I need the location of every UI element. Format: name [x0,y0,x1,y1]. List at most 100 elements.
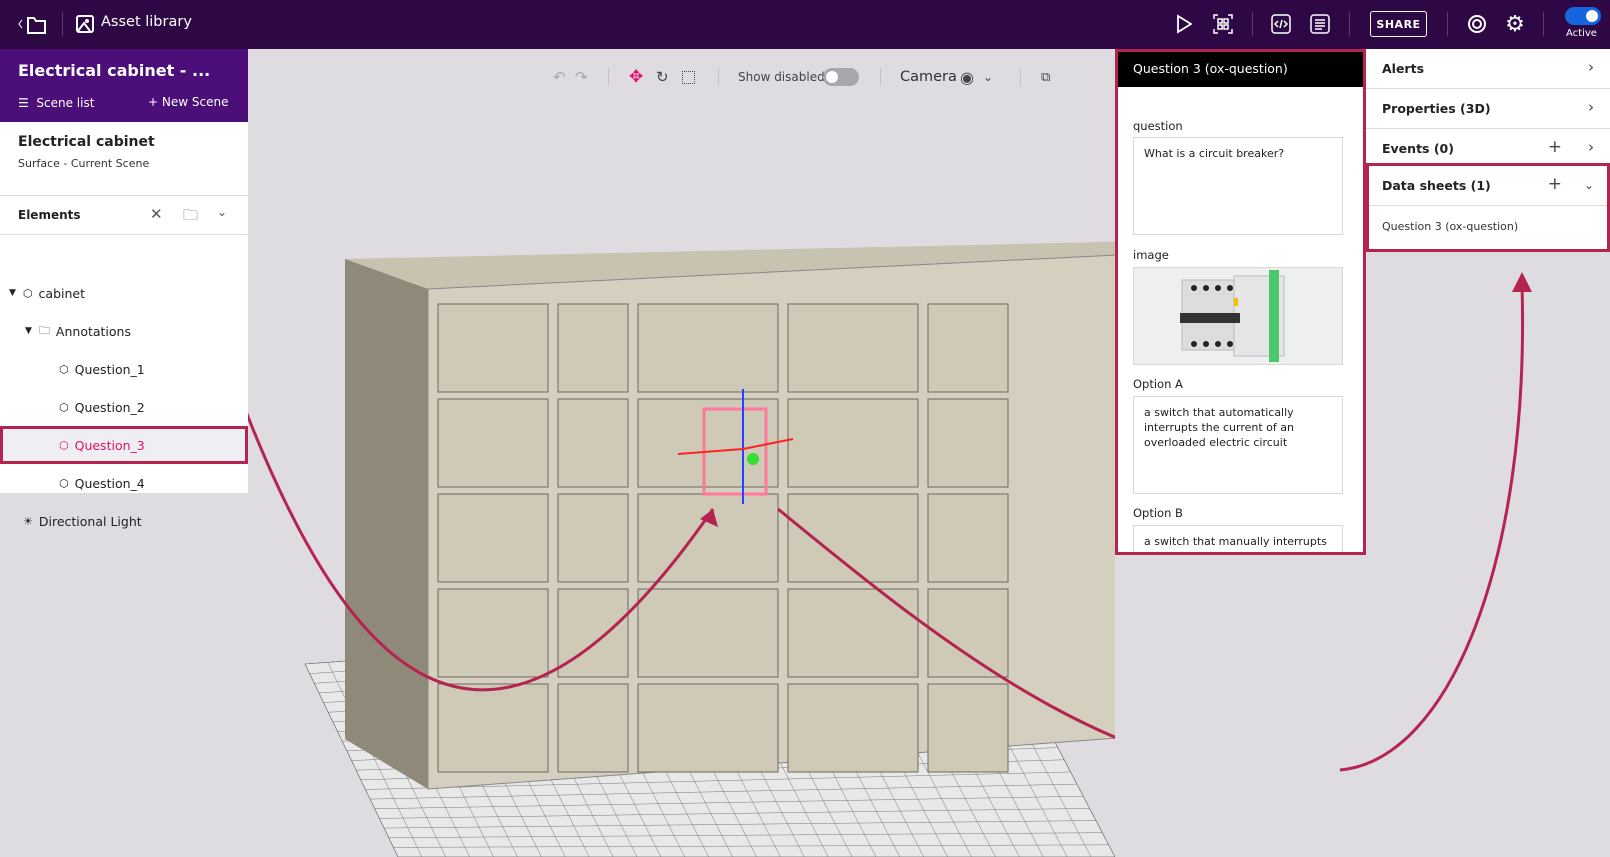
cabinet-door [637,493,779,583]
cabinet-door [637,398,779,488]
option-b-label: Option B [1133,506,1183,520]
image-field[interactable] [1133,267,1343,365]
share-button[interactable]: SHARE [1370,11,1427,37]
active-toggle[interactable] [1565,7,1601,25]
image-label: image [1133,248,1169,262]
move-tool-icon[interactable]: ✥ [629,62,643,92]
folder-icon: 🗀 [38,323,50,337]
camera-switch-icon[interactable]: ⧉ [1041,62,1050,92]
elements-title: Elements [18,208,81,222]
cabinet-door [787,398,919,488]
undo-icon[interactable]: ↶ [553,62,566,92]
chevron-down-icon[interactable]: ⌄ [217,205,227,219]
chevron-right-icon[interactable]: › [1588,98,1594,116]
chevron-down-icon[interactable]: ⌄ [1584,178,1594,192]
tree-item-question-1[interactable]: ⬡ Question_1 [0,350,248,388]
option-b-field[interactable]: a switch that manually interrupts the cu… [1133,525,1343,552]
cabinet-door [927,398,1009,488]
cabinet-door [637,588,779,678]
image-icon [74,13,96,35]
expand-arrow-icon[interactable]: ▼ [25,326,32,336]
project-header: Electrical cabinet - ... ☰ Scene list + … [0,49,248,122]
menu-icon: ☰ [18,96,37,110]
settings-gear-icon[interactable]: ⚙ [1504,12,1526,37]
tree-item-cabinet[interactable]: ▼ ⬡ cabinet [0,274,248,312]
properties-section[interactable]: Properties (3D) › [1366,89,1610,129]
qr-code-icon[interactable] [1212,13,1234,35]
scene-list-button[interactable]: ☰ Scene list [18,96,94,110]
data-sheet-item[interactable]: Question 3 (ox-question) [1382,220,1518,233]
scene-subtitle: Surface - Current Scene [18,157,150,170]
play-icon[interactable] [1173,13,1195,35]
cube-icon: ⬡ [59,438,69,452]
cabinet-door [637,683,779,773]
tree-item-question-4[interactable]: ⬡ Question_4 [0,464,248,502]
chevron-right-icon[interactable]: › [1588,138,1594,156]
plus-icon: + [148,95,162,109]
new-scene-button[interactable]: + New Scene [148,95,228,109]
cabinet-door [637,303,779,393]
cabinet-door [927,303,1009,393]
data-sheets-section: Data sheets (1) + ⌄ Question 3 (ox-questio… [1366,163,1610,252]
cube-icon: ⬡ [59,362,69,376]
app-title[interactable]: Asset library [101,14,192,30]
camera-target-icon[interactable]: ◉ [960,62,974,92]
expand-arrow-icon[interactable]: ▼ [9,288,16,298]
option-a-label: Option A [1133,377,1183,391]
cabinet-door [557,683,629,773]
circuit-breaker-image [1180,270,1285,362]
add-event-icon[interactable]: + [1548,137,1562,157]
tree-item-annotations[interactable]: ▼ 🗀 Annotations [0,312,248,350]
question-data-panel: Question 3 (ox-question) question What i… [1115,49,1366,555]
option-a-field[interactable]: a switch that automatically interrupts t… [1133,396,1343,494]
cabinet-door [437,588,549,678]
code-icon[interactable] [1270,13,1292,35]
alerts-section[interactable]: Alerts › [1366,49,1610,89]
cabinet-door [437,683,549,773]
chevron-right-icon[interactable]: › [1588,58,1594,76]
project-title: Electrical cabinet - ... [18,61,211,80]
active-label: Active [1566,28,1597,39]
question-label: question [1133,119,1183,133]
3d-viewport[interactable] [248,49,1115,857]
cabinet-door [787,303,919,393]
camera-label[interactable]: Camera [900,62,957,92]
document-icon[interactable] [1309,13,1331,35]
current-scene-card[interactable]: Electrical cabinet Surface - Current Sce… [0,122,248,196]
question-panel-title: Question 3 (ox-question) [1118,52,1363,87]
cube-icon: ⬡ [59,400,69,414]
show-disabled-toggle[interactable] [823,68,859,86]
cabinet-door [437,303,549,393]
show-disabled-label: Show disabled [738,70,825,84]
data-sheets-header[interactable]: Data sheets (1) + ⌄ [1369,166,1607,206]
cabinet-door [787,683,919,773]
top-bar: Asset library SHARE ⚙ Active [0,0,1610,49]
scale-tool-icon[interactable] [682,62,695,92]
tree-item-directional-light[interactable]: ☀ Directional Light [0,502,248,540]
tree-item-question-3[interactable]: ⬡ Question_3 [0,426,248,464]
cube-icon: ⬡ [22,286,33,300]
cabinet-door [557,493,629,583]
cabinet-door [437,398,549,488]
collapse-all-icon[interactable]: ✕ [150,205,163,223]
cabinet-door [927,683,1009,773]
tree-item-question-2[interactable]: ⬡ Question_2 [0,388,248,426]
scene-sidebar: Electrical cabinet - ... ☰ Scene list + … [0,49,248,529]
cabinet-door [787,588,919,678]
question-field[interactable]: What is a circuit breaker? [1133,137,1343,235]
scene-name: Electrical cabinet [18,134,155,150]
add-data-sheet-icon[interactable]: + [1548,174,1562,194]
help-lifebuoy-icon[interactable] [1466,13,1488,35]
redo-icon[interactable]: ↷ [575,62,588,92]
elements-header: Elements ✕ 🗀 ⌄ [0,196,248,235]
cabinet-door [927,493,1009,583]
new-folder-icon[interactable]: 🗀 [183,205,198,230]
properties-sidebar: Alerts › Properties (3D) › Events (0) + › Da… [1366,49,1610,857]
cabinet-door [557,303,629,393]
back-folder-icon[interactable] [16,13,48,35]
rotate-tool-icon[interactable]: ↻ [656,62,669,92]
cabinet-door [437,493,549,583]
chevron-down-icon[interactable]: ⌄ [983,62,993,92]
cabinet-door [557,398,629,488]
light-icon: ☀ [23,514,33,528]
